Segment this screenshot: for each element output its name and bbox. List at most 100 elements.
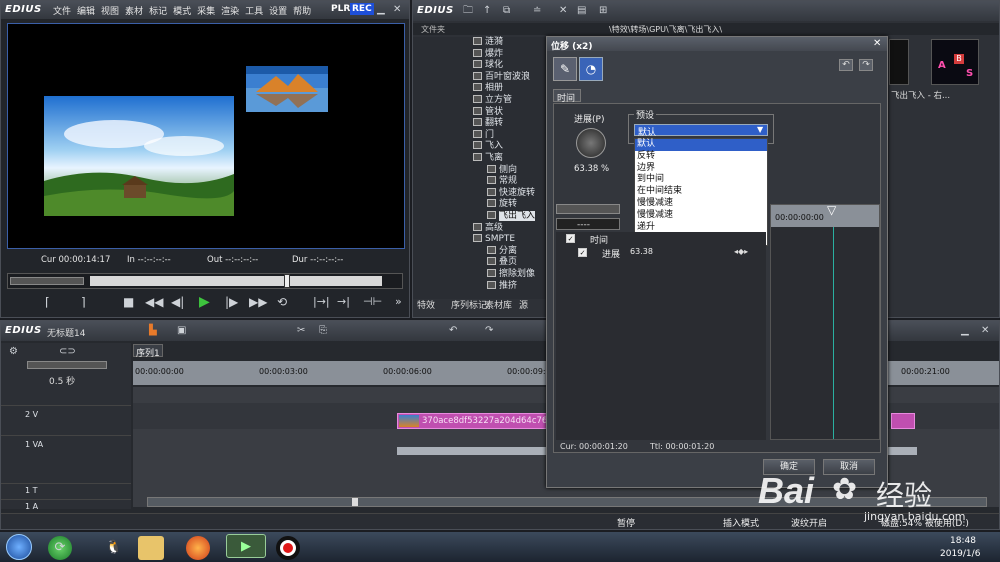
taskbar-recorder[interactable] (276, 536, 300, 560)
tree-item[interactable]: 飞入 (473, 141, 503, 152)
scroll-thumb[interactable] (352, 498, 358, 506)
rec-toggle[interactable]: REC (350, 3, 374, 15)
tree-item[interactable]: 推挤 (487, 280, 517, 292)
param-spin[interactable] (556, 204, 620, 214)
preset-option[interactable]: 边界 (635, 163, 767, 175)
taskbar-explorer[interactable] (138, 536, 164, 560)
copy-icon[interactable]: ⧉ (503, 4, 510, 18)
folder-icon[interactable]: 🗀 (463, 4, 473, 18)
stop-icon[interactable]: ■ (123, 295, 134, 309)
menu-item[interactable]: 工具 (245, 7, 263, 17)
menu-item[interactable]: 标记 (149, 7, 167, 17)
zoom-slider[interactable] (27, 361, 107, 369)
tree-item[interactable]: 分离 (487, 245, 517, 257)
tree-item[interactable]: 涟漪 (473, 37, 503, 48)
preset-option[interactable]: 反转 (635, 151, 767, 163)
tree-item[interactable]: 百叶窗波浪 (473, 71, 530, 83)
trim-icon[interactable]: ⊣⊢ (363, 295, 382, 309)
tree-item[interactable]: 门 (473, 129, 494, 141)
step-back-icon[interactable]: ◀| (171, 295, 184, 309)
taskbar-qq[interactable]: 🐧 (98, 536, 130, 560)
plr-toggle[interactable]: PLR (331, 4, 350, 14)
cut-icon[interactable]: ✂ (297, 324, 305, 338)
taskbar-app-1[interactable]: ⟳ (48, 536, 72, 560)
rewind-icon[interactable]: ◀◀ (145, 295, 163, 309)
effect-thumb-1[interactable] (889, 39, 909, 85)
video-clip[interactable]: 370ace8df53227a204d64c76e8 (397, 413, 547, 429)
dialog-close-icon[interactable]: ✕ (873, 37, 881, 51)
up-icon[interactable]: ↑ (483, 4, 491, 18)
playhead-marker[interactable] (284, 274, 290, 288)
start-button[interactable] (6, 534, 32, 560)
taskbar-edius[interactable]: ▶ (226, 534, 266, 558)
bin-tab[interactable]: 特效 (417, 298, 435, 311)
mode-button-2[interactable]: ◔ (579, 57, 603, 81)
tree-item[interactable]: 飞离 (473, 153, 503, 164)
jog-slider[interactable] (10, 277, 84, 285)
tree-item[interactable]: 高级 (473, 222, 503, 234)
preset-option[interactable]: 在中间结束 (635, 186, 767, 198)
preset-select[interactable]: 默认 ▼ (634, 124, 768, 138)
tree-item[interactable]: 飞出飞入 (487, 211, 536, 222)
paste-icon[interactable]: ⎘ (319, 324, 327, 338)
redo-icon[interactable]: ↷ (485, 324, 493, 338)
set-in-icon[interactable]: ⌈ (45, 295, 50, 309)
track-settings-icon[interactable]: ⚙ (9, 345, 18, 359)
effect-thumb-2[interactable]: A B S (931, 39, 979, 85)
grid-view-icon[interactable]: ⊞ (599, 4, 607, 18)
menu-item[interactable]: 文件 (53, 7, 71, 17)
insert-icon[interactable]: |→| (313, 295, 330, 309)
loop-icon[interactable]: ⟲ (277, 295, 287, 309)
tree-item[interactable]: 快速旋转 (487, 187, 535, 199)
tree-item[interactable]: 常规 (487, 176, 517, 187)
tree-item[interactable]: 相册 (473, 83, 503, 94)
scrub-bar[interactable] (7, 273, 403, 289)
minimize-icon[interactable]: ▁ (377, 3, 385, 17)
tree-item[interactable]: 侧向 (487, 164, 517, 176)
dialog-tab-time[interactable]: 时间 (553, 89, 581, 104)
bin-tab[interactable]: 源 (519, 298, 528, 311)
set-out-icon[interactable]: ⌉ (81, 295, 86, 309)
preset-option[interactable]: 到中间 (635, 174, 767, 186)
tree-item[interactable]: 翻转 (473, 118, 503, 129)
play-icon[interactable]: ▶ (199, 295, 210, 309)
bin-tab[interactable]: 素材库 (485, 298, 512, 311)
undo-dialog-button[interactable]: ↶ (839, 59, 853, 71)
fast-forward-icon[interactable]: ▶▶ (249, 295, 267, 309)
link-icon[interactable]: ⊂⊃ (59, 345, 76, 359)
save-icon[interactable]: ▣ (177, 324, 186, 338)
time-row-checkbox[interactable]: ✓ (566, 234, 575, 243)
overwrite-icon[interactable]: →| (337, 295, 350, 309)
menu-item[interactable]: 设置 (269, 7, 287, 17)
video-clip-tail[interactable] (891, 413, 915, 429)
param-value-box[interactable]: ---- (556, 218, 620, 230)
status-insert-mode[interactable]: 插入模式 (723, 516, 759, 529)
preset-dropdown-list[interactable]: 默认 反转 边界 到中间 在中间结束 慢慢减速 慢慢减速 递升 (634, 138, 768, 246)
step-forward-icon[interactable]: |▶ (225, 295, 238, 309)
delete-icon[interactable]: ✕ (559, 4, 567, 18)
more-icon[interactable]: » (395, 295, 402, 309)
tree-item[interactable]: 旋转 (487, 199, 517, 210)
tree-item[interactable]: 管状 (473, 106, 503, 118)
tree-item[interactable]: 擦除划像 (487, 269, 535, 280)
keyframe-nav-icons[interactable]: ◂◆▸ (734, 247, 748, 256)
zoom-value[interactable]: 0.5 秒 (49, 374, 75, 387)
menu-item[interactable]: 编辑 (77, 7, 95, 17)
preset-option[interactable]: 慢慢减速 (635, 198, 767, 210)
menu-item[interactable]: 模式 (173, 7, 191, 17)
preset-option[interactable]: 慢慢减速 (635, 210, 767, 222)
keyframe-cursor-head[interactable]: ▽ (827, 203, 836, 217)
progress-row-checkbox[interactable]: ✓ (578, 248, 587, 257)
keyframe-timeline[interactable]: 00:00:00:00 ▽ (770, 203, 880, 440)
tree-item[interactable]: 球化 (473, 60, 503, 71)
tree-item[interactable]: SMPTE (473, 234, 515, 245)
taskbar-firefox[interactable] (186, 536, 210, 560)
close-icon[interactable]: ✕ (393, 3, 401, 17)
tree-item[interactable]: 叠页 (487, 257, 517, 268)
tree-item[interactable]: 立方管 (473, 95, 512, 106)
properties-icon[interactable]: ▤ (577, 4, 586, 18)
menu-item[interactable]: 渲染 (221, 7, 239, 17)
sequence-tab[interactable]: 序列1 (133, 344, 163, 359)
tree-item[interactable]: 爆炸 (473, 48, 503, 60)
timeline-minimize-icon[interactable]: ▁ (961, 324, 969, 338)
